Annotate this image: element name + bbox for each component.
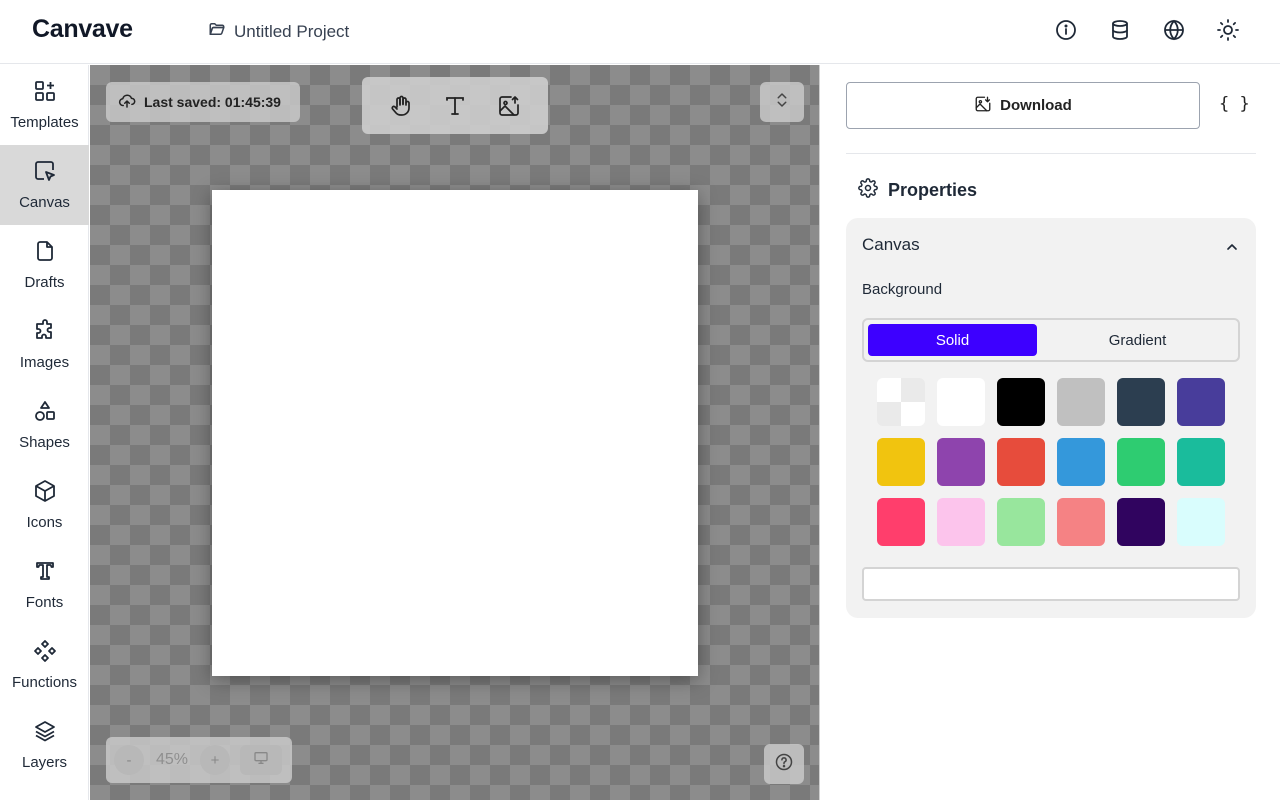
canvas-workspace[interactable]: Last saved: 01:45:39 - 45% + <box>90 65 820 800</box>
image-download-icon <box>974 95 992 117</box>
sidebar-item-label: Templates <box>10 114 79 131</box>
sidebar-item-label: Layers <box>21 754 68 771</box>
properties-title: Properties <box>888 180 978 200</box>
color-swatch[interactable] <box>877 438 925 486</box>
cloud-upload-icon <box>118 92 136 113</box>
color-swatch[interactable] <box>937 498 985 546</box>
color-swatch[interactable] <box>937 378 985 426</box>
sidebar-item-label: Icons <box>26 514 63 531</box>
sidebar-item-icons[interactable]: Icons <box>0 465 89 545</box>
zoom-level: 45% <box>155 751 189 768</box>
sidebar-item-label: Shapes <box>19 434 70 451</box>
color-swatch[interactable] <box>1177 498 1225 546</box>
header-actions <box>1054 18 1240 42</box>
file-icon <box>33 239 57 268</box>
sidebar-item-label: Fonts <box>25 594 64 611</box>
info-icon[interactable] <box>1054 18 1078 42</box>
expand-toolbar-button[interactable] <box>760 82 804 122</box>
background-mode-toggle: Solid Gradient <box>862 318 1240 362</box>
hand-icon[interactable] <box>389 94 413 118</box>
folder-icon <box>208 20 226 43</box>
canvas-toolbar <box>362 77 548 134</box>
color-swatch[interactable] <box>1177 438 1225 486</box>
sidebar-item-label: Drafts <box>24 274 65 291</box>
functions-icon <box>33 639 57 668</box>
cube-icon <box>33 479 57 508</box>
sidebar-item-canvas[interactable]: Canvas <box>0 145 89 225</box>
database-icon[interactable] <box>1108 18 1132 42</box>
help-button[interactable] <box>764 744 804 784</box>
sidebar-item-label: Canvas <box>19 194 70 211</box>
color-swatch[interactable] <box>1117 498 1165 546</box>
color-swatch[interactable] <box>997 438 1045 486</box>
sidebar-item-images[interactable]: Images <box>0 305 89 385</box>
background-label: Background <box>862 281 943 298</box>
color-swatches <box>877 378 1225 546</box>
chevrons-up-down-icon <box>773 91 791 114</box>
font-icon <box>33 559 57 588</box>
templates-icon <box>33 79 57 108</box>
fit-screen-button[interactable] <box>240 745 282 775</box>
zoom-in-button[interactable]: + <box>200 745 230 775</box>
color-swatch[interactable] <box>1177 378 1225 426</box>
sidebar-item-layers[interactable]: Layers <box>0 705 89 785</box>
color-swatch[interactable] <box>1057 498 1105 546</box>
sidebar-item-label: Functions <box>11 674 78 691</box>
chevron-up-icon[interactable] <box>1224 239 1240 255</box>
color-swatch[interactable] <box>1057 378 1105 426</box>
monitor-icon <box>253 750 269 771</box>
artboard[interactable] <box>212 190 698 676</box>
sidebar-item-label: Images <box>19 354 70 371</box>
globe-icon[interactable] <box>1162 18 1186 42</box>
sidebar-item-drafts[interactable]: Drafts <box>0 225 89 305</box>
color-swatch[interactable] <box>877 378 925 426</box>
last-saved-indicator: Last saved: 01:45:39 <box>106 82 300 122</box>
gradient-mode-button[interactable]: Gradient <box>1053 324 1222 356</box>
properties-heading: Properties <box>858 178 977 203</box>
color-value-input[interactable] <box>862 567 1240 601</box>
color-swatch[interactable] <box>877 498 925 546</box>
panel-divider <box>846 153 1256 154</box>
color-swatch[interactable] <box>1057 438 1105 486</box>
canvas-properties-card: Canvas Background Solid Gradient <box>846 218 1256 618</box>
color-swatch[interactable] <box>1117 438 1165 486</box>
color-swatch[interactable] <box>997 378 1045 426</box>
zoom-controls: - 45% + <box>106 737 292 783</box>
download-label: Download <box>1000 97 1072 114</box>
section-title: Canvas <box>862 235 920 254</box>
zoom-out-button[interactable]: - <box>114 745 144 775</box>
canvas-cursor-icon <box>33 159 57 188</box>
color-swatch[interactable] <box>997 498 1045 546</box>
properties-panel: Download { } Properties Canvas Backgroun… <box>821 65 1280 800</box>
text-icon[interactable] <box>443 94 467 118</box>
puzzle-icon <box>33 319 57 348</box>
image-upload-icon[interactable] <box>497 94 521 118</box>
project-name-label: Untitled Project <box>234 21 350 41</box>
sun-icon[interactable] <box>1216 18 1240 42</box>
color-swatch[interactable] <box>937 438 985 486</box>
help-icon <box>774 752 794 777</box>
json-view-button[interactable]: { } <box>1219 94 1250 114</box>
project-name[interactable]: Untitled Project <box>208 20 349 43</box>
sidebar-item-fonts[interactable]: Fonts <box>0 545 89 625</box>
sidebar-item-templates[interactable]: Templates <box>0 65 89 145</box>
last-saved-text: Last saved: 01:45:39 <box>144 94 281 110</box>
sidebar-item-functions[interactable]: Functions <box>0 625 89 705</box>
solid-mode-button[interactable]: Solid <box>868 324 1037 356</box>
color-swatch[interactable] <box>1117 378 1165 426</box>
top-header: Canvave Untitled Project <box>0 0 1280 64</box>
gear-icon <box>858 178 878 203</box>
left-sidebar: Templates Canvas Drafts Images Shapes Ic… <box>0 65 89 800</box>
shapes-icon <box>33 399 57 428</box>
layers-icon <box>33 719 57 748</box>
download-button[interactable]: Download <box>846 82 1200 129</box>
sidebar-item-shapes[interactable]: Shapes <box>0 385 89 465</box>
app-logo[interactable]: Canvave <box>32 15 133 44</box>
